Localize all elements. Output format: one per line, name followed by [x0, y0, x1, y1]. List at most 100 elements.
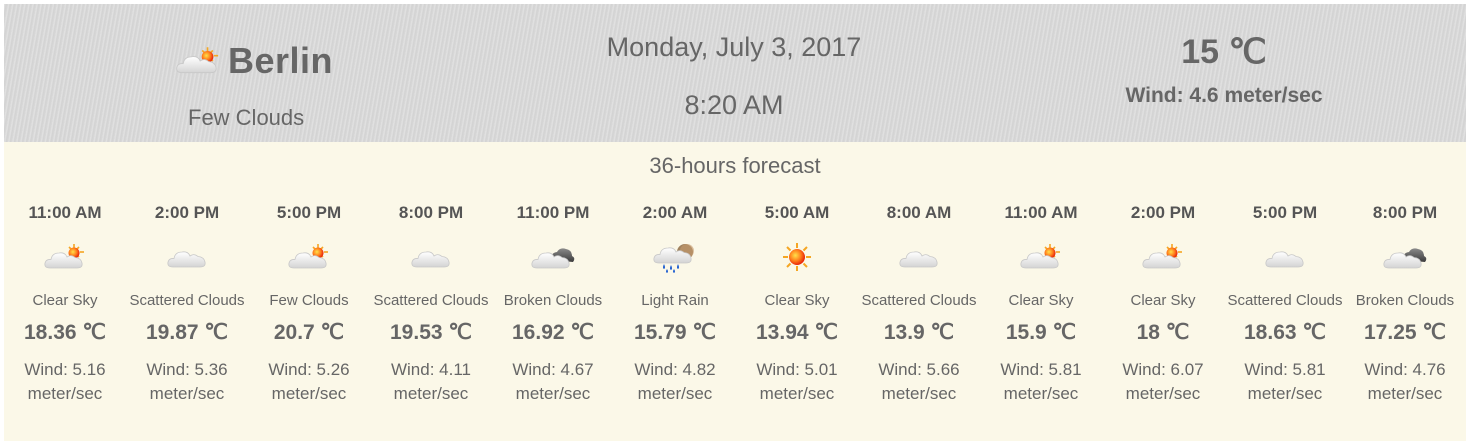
forecast-item: 2:00 PM Scattered Clouds 19.87 ℃ Wind: 5…	[126, 202, 248, 406]
forecast-time: 2:00 PM	[1130, 203, 1196, 222]
forecast-wind-speed: Wind: 5.81	[1244, 360, 1326, 379]
forecast-wind: Wind: 5.81 meter/sec	[980, 358, 1102, 406]
forecast-temperature: 20.7 ℃	[273, 321, 345, 344]
current-temperature: 15 ℃	[1181, 33, 1267, 71]
forecast-item: 8:00 AM Scattered Clouds 13.9 ℃ Wind: 5.…	[858, 202, 980, 406]
forecast-wind-unit: meter/sec	[271, 384, 347, 403]
forecast-wind-unit: meter/sec	[759, 384, 835, 403]
weather-widget: Berlin Few Clouds Monday, July 3, 2017 8…	[4, 4, 1466, 441]
current-weather-header: Berlin Few Clouds Monday, July 3, 2017 8…	[4, 4, 1466, 142]
forecast-wind-unit: meter/sec	[27, 384, 103, 403]
forecast-wind-unit: meter/sec	[515, 384, 591, 403]
forecast-condition: Scattered Clouds	[1227, 292, 1343, 309]
forecast-temperature: 17.25 ℃	[1364, 321, 1446, 344]
forecast-wind-speed: Wind: 5.66	[878, 360, 960, 379]
forecast-time: 5:00 AM	[764, 203, 830, 222]
forecast-wind-unit: meter/sec	[1367, 384, 1443, 403]
forecast-time: 11:00 AM	[28, 203, 102, 222]
forecast-wind-speed: Wind: 5.26	[268, 360, 350, 379]
forecast-temperature: 16.92 ℃	[512, 321, 594, 344]
forecast-condition: Clear Sky	[1130, 292, 1196, 309]
forecast-wind: Wind: 4.67 meter/sec	[492, 358, 614, 406]
forecast-time: 8:00 PM	[1372, 203, 1438, 222]
forecast-wind: Wind: 6.07 meter/sec	[1102, 358, 1224, 406]
forecast-time: 2:00 AM	[642, 203, 708, 222]
city-heading: Berlin	[172, 40, 333, 82]
forecast-wind-unit: meter/sec	[881, 384, 957, 403]
forecast-panel: 36-hours forecast 11:00 AM Clear Sky 18.…	[4, 142, 1466, 441]
forecast-wind-speed: Wind: 4.11	[390, 360, 471, 379]
forecast-time: 11:00 PM	[516, 203, 590, 222]
forecast-item: 8:00 PM Scattered Clouds 19.53 ℃ Wind: 4…	[370, 202, 492, 406]
forecast-condition: Scattered Clouds	[861, 292, 977, 309]
forecast-wind-unit: meter/sec	[1125, 384, 1201, 403]
forecast-wind-speed: Wind: 4.67	[512, 360, 594, 379]
forecast-wind: Wind: 5.26 meter/sec	[248, 358, 370, 406]
current-time: 8:20 AM	[684, 90, 784, 120]
forecast-wind-unit: meter/sec	[149, 384, 225, 403]
forecast-title: 36-hours forecast	[649, 153, 821, 178]
forecast-wind-speed: Wind: 4.76	[1364, 360, 1446, 379]
cloud-icon	[1262, 240, 1308, 274]
forecast-wind-speed: Wind: 5.16	[24, 360, 106, 379]
forecast-temperature: 13.9 ℃	[883, 321, 955, 344]
cloud-icon	[164, 240, 210, 274]
forecast-temperature: 18.63 ℃	[1244, 321, 1326, 344]
forecast-wind: Wind: 5.66 meter/sec	[858, 358, 980, 406]
forecast-time: 8:00 PM	[398, 203, 464, 222]
forecast-item: 2:00 AM Light Rain 15.79 ℃ Wind: 4.82 met…	[614, 202, 736, 406]
forecast-condition: Scattered Clouds	[129, 292, 245, 309]
forecast-wind-speed: Wind: 5.01	[756, 360, 838, 379]
current-condition: Few Clouds	[188, 105, 305, 130]
forecast-wind: Wind: 4.76 meter/sec	[1344, 358, 1466, 406]
forecast-wind-speed: Wind: 5.81	[1000, 360, 1082, 379]
current-wind: Wind: 4.6 meter/sec	[1125, 84, 1323, 107]
forecast-item: 8:00 PM Broken Clouds 17.25 ℃ Wind: 4.76…	[1344, 202, 1466, 406]
cloud-icon	[408, 240, 454, 274]
forecast-item: 5:00 PM Few Clouds 20.7 ℃ Wind: 5.26 mete…	[248, 202, 370, 406]
forecast-wind: Wind: 5.81 meter/sec	[1224, 358, 1346, 406]
forecast-wind-unit: meter/sec	[637, 384, 713, 403]
forecast-condition: Clear Sky	[32, 292, 98, 309]
forecast-temperature: 15.9 ℃	[1005, 321, 1077, 344]
forecast-wind-unit: meter/sec	[1003, 384, 1079, 403]
broken-clouds-icon	[1382, 240, 1428, 274]
forecast-temperature: 19.53 ℃	[390, 321, 472, 344]
broken-clouds-icon	[530, 240, 576, 274]
forecast-condition: Clear Sky	[764, 292, 830, 309]
forecast-condition: Few Clouds	[269, 292, 349, 309]
forecast-wind: Wind: 5.01 meter/sec	[736, 358, 858, 406]
forecast-wind: Wind: 5.16 meter/sec	[4, 358, 126, 406]
forecast-wind-speed: Wind: 6.07	[1122, 360, 1204, 379]
forecast-temperature: 15.79 ℃	[634, 321, 716, 344]
forecast-temperature: 18.36 ℃	[24, 321, 106, 344]
forecast-wind: Wind: 5.36 meter/sec	[126, 358, 248, 406]
few-clouds-icon	[1140, 240, 1186, 274]
few-clouds-icon	[172, 43, 224, 79]
forecast-wind-unit: meter/sec	[393, 384, 469, 403]
forecast-condition: Light Rain	[641, 292, 709, 309]
forecast-item: 2:00 PM Clear Sky 18 ℃ Wind: 6.07 meter/s…	[1102, 202, 1224, 406]
forecast-condition: Broken Clouds	[503, 292, 603, 309]
forecast-item: 11:00 AM Clear Sky 15.9 ℃ Wind: 5.81 mete…	[980, 202, 1102, 406]
forecast-wind: Wind: 4.82 meter/sec	[614, 358, 736, 406]
few-clouds-icon	[42, 240, 88, 274]
sun-icon	[774, 240, 820, 274]
forecast-condition: Broken Clouds	[1355, 292, 1455, 309]
current-date: Monday, July 3, 2017	[606, 32, 862, 62]
forecast-condition: Clear Sky	[1008, 292, 1074, 309]
forecast-condition: Scattered Clouds	[373, 292, 489, 309]
forecast-time: 8:00 AM	[886, 203, 952, 222]
forecast-time: 5:00 PM	[276, 203, 342, 222]
cloud-icon	[896, 240, 942, 274]
forecast-temperature: 18 ℃	[1136, 321, 1190, 344]
forecast-item: 11:00 AM Clear Sky 18.36 ℃ Wind: 5.16 met…	[4, 202, 126, 406]
forecast-temperature: 19.87 ℃	[146, 321, 228, 344]
forecast-time: 11:00 AM	[1004, 203, 1078, 222]
forecast-item: 5:00 PM Scattered Clouds 18.63 ℃ Wind: 5…	[1224, 202, 1346, 406]
forecast-temperature: 13.94 ℃	[756, 321, 838, 344]
rain-icon	[652, 240, 698, 274]
forecast-wind: Wind: 4.11 meter/sec	[370, 358, 492, 406]
forecast-wind-speed: Wind: 4.82	[634, 360, 716, 379]
forecast-item: 5:00 AM Clear Sky 13.94 ℃ Wind: 5.01 mete…	[736, 202, 858, 406]
